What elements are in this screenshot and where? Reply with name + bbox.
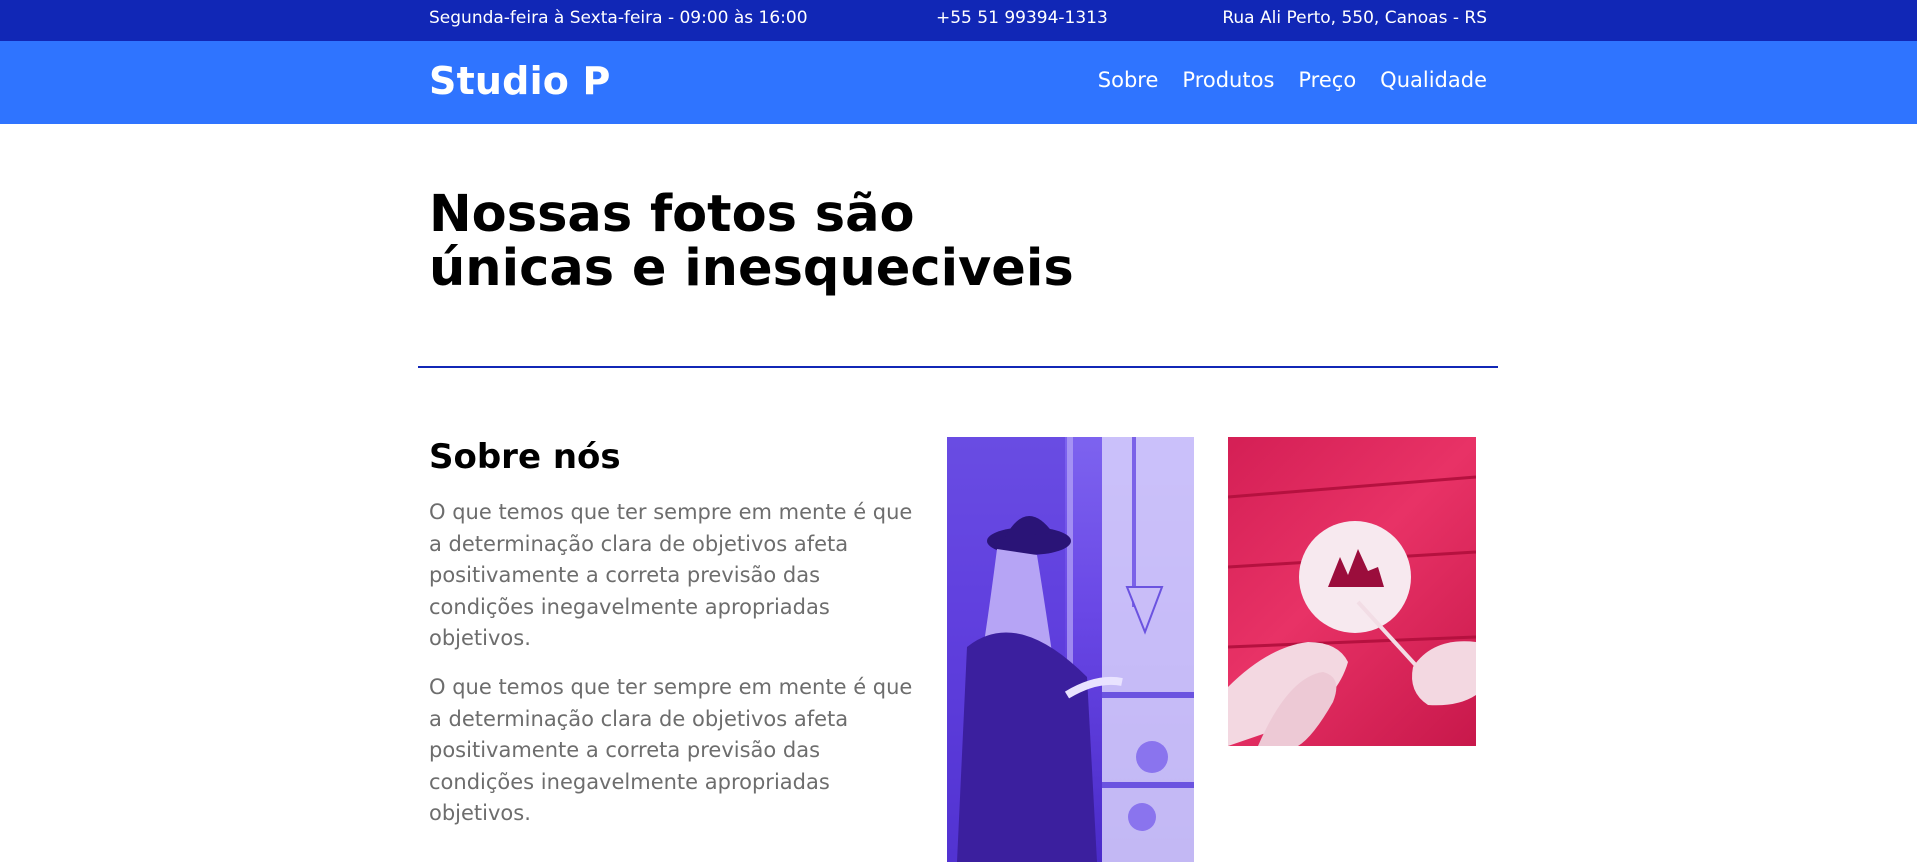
section-divider — [418, 366, 1498, 368]
nav-link-preco[interactable]: Preço — [1298, 68, 1356, 92]
hands-painting-illustration — [1228, 475, 1476, 746]
opening-hours: Segunda-feira à Sexta-feira - 09:00 às 1… — [429, 8, 808, 28]
hero-title-line-1: Nossas fotos são — [429, 185, 915, 244]
about-title: Sobre nós — [429, 437, 621, 477]
phone-number: +55 51 99394-1313 — [936, 8, 1108, 28]
hero-title: Nossas fotos são únicas e inesqueciveis — [429, 188, 1129, 296]
main-nav: Sobre Produtos Preço Qualidade — [1098, 68, 1487, 92]
nav-link-produtos[interactable]: Produtos — [1182, 68, 1274, 92]
nav-link-sobre[interactable]: Sobre — [1098, 68, 1159, 92]
photo-woman-window — [947, 437, 1194, 862]
header-navbar: Studio P Sobre Produtos Preço Qualidade — [0, 41, 1917, 124]
address: Rua Ali Perto, 550, Canoas - RS — [1222, 8, 1487, 28]
hero-title-line-2: únicas e inesqueciveis — [429, 239, 1074, 298]
photo-hands-painting — [1228, 437, 1476, 746]
nav-link-qualidade[interactable]: Qualidade — [1380, 68, 1487, 92]
top-info-bar: Segunda-feira à Sexta-feira - 09:00 às 1… — [0, 0, 1917, 41]
about-paragraph-2: O que temos que ter sempre em mente é qu… — [429, 675, 913, 825]
brand-logo[interactable]: Studio P — [429, 59, 611, 103]
about-paragraph-1: O que temos que ter sempre em mente é qu… — [429, 500, 913, 650]
woman-window-illustration — [947, 437, 1194, 862]
